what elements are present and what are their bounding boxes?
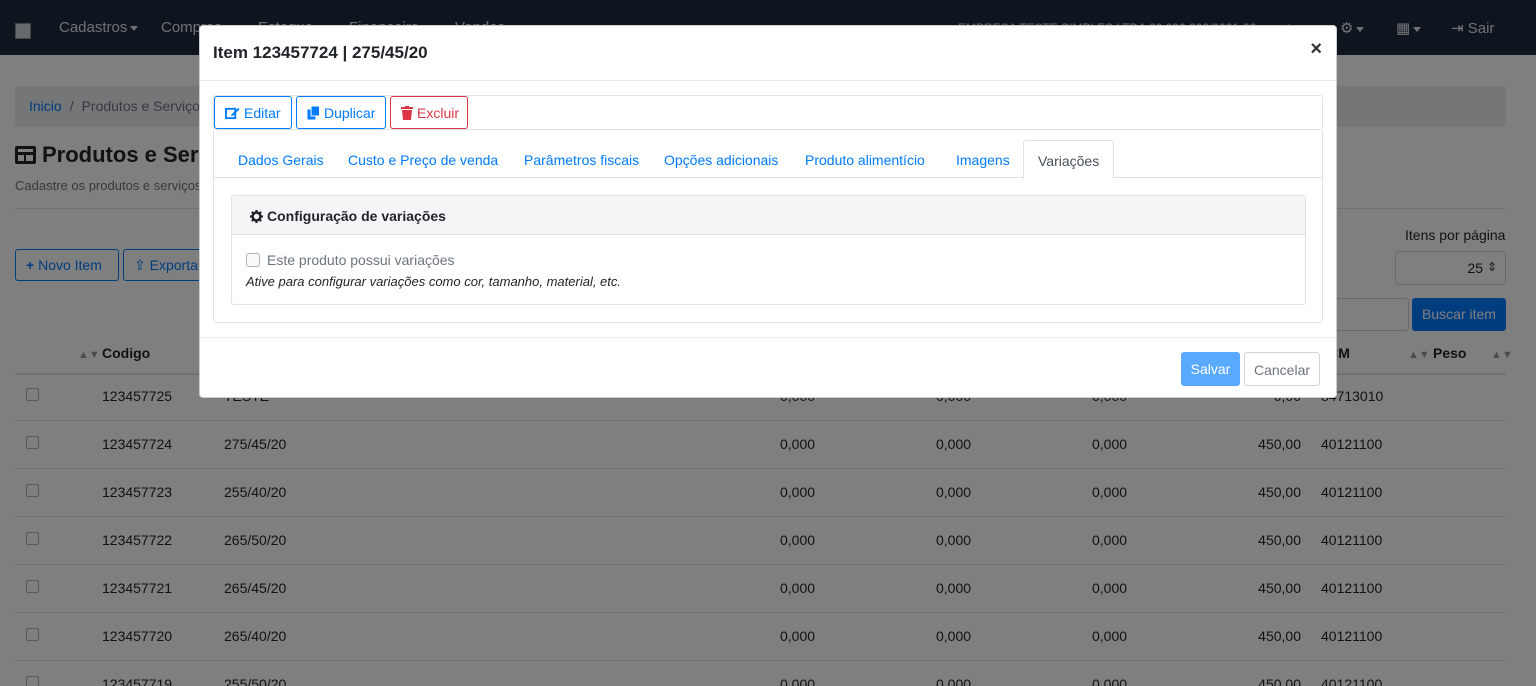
variations-card: Configuração de variações Este produto p… — [231, 195, 1306, 305]
delete-button[interactable]: Excluir — [390, 96, 468, 129]
item-modal: Item 123457724 | 275/45/20 × Editar Dupl… — [199, 25, 1337, 398]
tab-opcoes-adicionais[interactable]: Opções adicionais — [664, 140, 778, 178]
modal-card: Dados Gerais Custo e Preço de venda Parâ… — [213, 130, 1323, 323]
modal-actions-bar: Editar Duplicar Excluir — [213, 95, 1323, 130]
close-icon[interactable]: × — [1310, 39, 1322, 59]
edit-icon — [225, 107, 240, 120]
trash-icon — [401, 106, 413, 120]
modal-title: Item 123457724 | 275/45/20 — [213, 43, 428, 62]
variations-hint: Ative para configurar variações como cor… — [246, 274, 622, 289]
tab-bar: Dados Gerais Custo e Preço de venda Parâ… — [214, 140, 1322, 179]
edit-button[interactable]: Editar — [214, 96, 292, 129]
cancel-button[interactable]: Cancelar — [1244, 352, 1320, 386]
variations-card-title: Configuração de variações — [250, 208, 446, 224]
variations-checkbox[interactable] — [246, 253, 260, 267]
save-button[interactable]: Salvar — [1181, 352, 1240, 386]
duplicate-label: Duplicar — [324, 105, 376, 121]
variations-checkbox-label[interactable]: Este produto possui variações — [267, 252, 455, 268]
tab-custo-preco[interactable]: Custo e Preço de venda — [348, 140, 498, 178]
section-title-text: Configuração de variações — [267, 208, 446, 224]
tab-parametros-fiscais[interactable]: Parâmetros fiscais — [524, 140, 639, 178]
modal-header: Item 123457724 | 275/45/20 × — [200, 26, 1336, 81]
gear-icon — [250, 210, 263, 223]
tab-variacoes[interactable]: Variações — [1023, 140, 1115, 179]
copy-icon — [307, 106, 320, 120]
duplicate-button[interactable]: Duplicar — [296, 96, 386, 129]
edit-label: Editar — [244, 105, 281, 121]
tab-produto-alimenticio[interactable]: Produto alimentício — [805, 140, 925, 178]
delete-label: Excluir — [417, 105, 460, 121]
variations-card-header: Configuração de variações — [232, 196, 1305, 235]
tab-dados-gerais[interactable]: Dados Gerais — [238, 140, 324, 178]
tab-imagens[interactable]: Imagens — [956, 140, 1010, 178]
modal-footer: Salvar Cancelar — [200, 337, 1336, 398]
variations-checkbox-row[interactable]: Este produto possui variações — [246, 252, 455, 268]
